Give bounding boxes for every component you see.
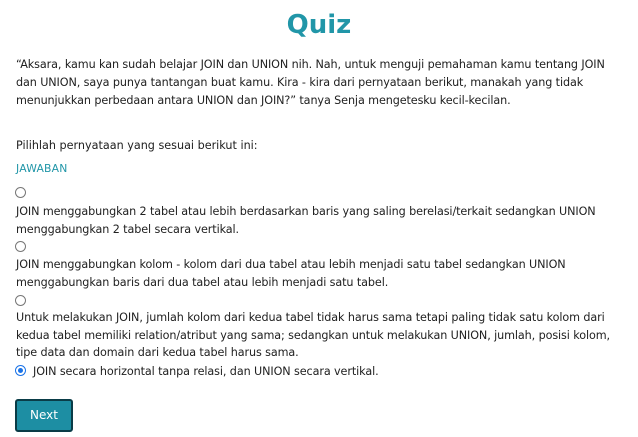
option-3-text: Untuk melakukan JOIN, jumlah kolom dari …: [16, 311, 610, 359]
next-button[interactable]: Next: [15, 399, 73, 432]
instruction-text: Pilihlah pernyataan yang sesuai berikut …: [16, 139, 258, 152]
option-2-text: JOIN menggabungkan kolom - kolom dari du…: [16, 258, 566, 289]
quiz-title: Quiz: [286, 10, 352, 40]
answer-label: JAWABAN: [16, 162, 68, 175]
option-2-radio[interactable]: [15, 241, 26, 252]
question-story: “Aksara, kamu kan sudah belajar JOIN dan…: [16, 58, 605, 107]
option-1-text: JOIN menggabungkan 2 tabel atau lebih be…: [16, 205, 596, 236]
option-4-radio[interactable]: [15, 365, 26, 376]
option-1-radio[interactable]: [15, 187, 26, 198]
option-4-text: JOIN secara horizontal tanpa relasi, dan…: [33, 365, 379, 378]
option-3-radio[interactable]: [15, 295, 26, 306]
